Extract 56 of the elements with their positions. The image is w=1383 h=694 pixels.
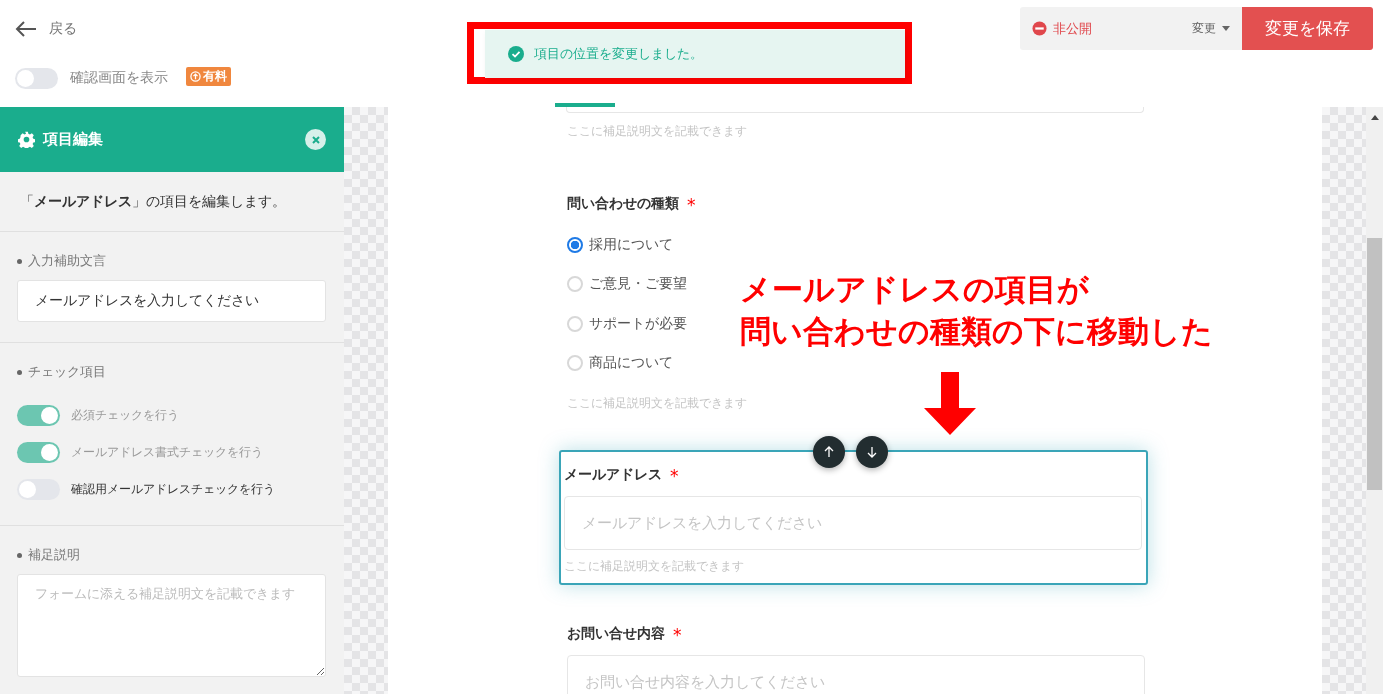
required-mark: * — [687, 195, 696, 215]
section-heading: 補足説明 — [28, 546, 80, 564]
required-mark: * — [670, 466, 679, 486]
check-circle-icon — [508, 46, 524, 62]
change-label: 変更 — [1192, 20, 1216, 37]
back-arrow-icon — [15, 20, 37, 38]
caret-icon — [1222, 26, 1230, 31]
scrollbar-thumb[interactable] — [1367, 238, 1382, 490]
toggle-switch[interactable] — [17, 405, 60, 426]
radio-label: 商品について — [589, 354, 673, 373]
arrow-up-icon — [823, 446, 835, 458]
gear-icon — [18, 131, 35, 148]
input-field[interactable]: メールアドレスを入力してください — [564, 496, 1142, 550]
bullet-icon — [17, 369, 22, 375]
radio-label: サポートが必要 — [589, 314, 687, 333]
field-label: メールアドレス — [564, 466, 662, 484]
annotation-text: 問い合わせの種類の下に移動した — [740, 312, 1213, 351]
section-heading: 入力補助文言 — [28, 252, 106, 270]
input-field[interactable]: お問い合せ内容を入力してください — [567, 655, 1145, 694]
radio-label: 採用について — [589, 235, 673, 254]
down-arrow-icon — [922, 372, 978, 436]
upload-icon — [190, 70, 201, 82]
toggle-switch[interactable] — [17, 442, 60, 463]
toggle-label: メールアドレス書式チェックを行う — [71, 444, 263, 461]
toast-message: 項目の位置を変更しました。 — [534, 45, 703, 63]
status-dropdown[interactable]: 非公開 変更 — [1020, 7, 1242, 50]
paid-badge: 有料 — [186, 66, 231, 86]
close-icon — [310, 134, 321, 145]
scrollbar[interactable] — [1366, 107, 1383, 694]
tab-indicator — [555, 103, 615, 107]
arrow-down-icon — [866, 446, 878, 458]
back-link[interactable]: 戻る — [49, 20, 77, 38]
panel-title: 項目編集 — [43, 130, 104, 149]
toggle-switch[interactable] — [15, 67, 58, 89]
move-down-button[interactable] — [856, 436, 888, 468]
save-button[interactable]: 変更を保存 — [1242, 7, 1373, 50]
no-entry-icon — [1032, 21, 1047, 36]
move-up-button[interactable] — [813, 436, 845, 468]
field-label: お問い合せ内容 — [567, 625, 665, 643]
toggle-label: 必須チェックを行う — [71, 407, 179, 424]
toggle-label: 確認用メールアドレスチェックを行う — [71, 481, 275, 498]
bullet-icon — [17, 258, 22, 264]
close-button[interactable] — [305, 129, 326, 150]
bullet-icon — [17, 552, 22, 558]
required-mark: * — [673, 625, 682, 645]
radio-label: ご意見・ご要望 — [589, 275, 687, 294]
scroll-up-icon — [1370, 115, 1379, 120]
radio-button[interactable] — [567, 236, 583, 253]
input-field[interactable] — [566, 107, 1144, 113]
status-label: 非公開 — [1053, 19, 1093, 38]
annotation-text: メールアドレスの項目が — [740, 270, 1090, 309]
field-label: 問い合わせの種類 — [567, 195, 679, 213]
toggle-switch[interactable] — [17, 479, 60, 500]
input-field[interactable]: メールアドレスを入力してください — [17, 280, 326, 322]
toggle-label: 確認画面を表示 — [70, 69, 168, 87]
section-heading: チェック項目 — [28, 363, 106, 381]
